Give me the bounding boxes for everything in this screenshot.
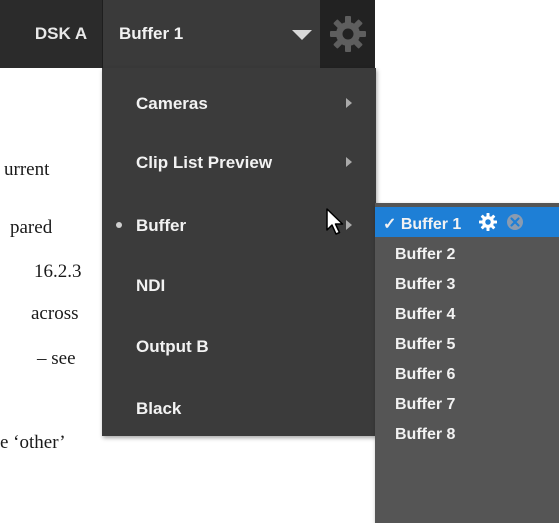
buffer-submenu: ✓ Buffer 1 Buffer 2 Buffer 3 Buffer 4 Bu… [375, 203, 559, 523]
gear-icon [329, 16, 366, 52]
source-dropdown[interactable]: Buffer 1 [102, 0, 321, 68]
submenu-item-buffer-8[interactable]: Buffer 8 [375, 419, 559, 449]
source-dropdown-value: Buffer 1 [119, 24, 184, 43]
submenu-item-label: Buffer 8 [395, 426, 456, 443]
submenu-item-label: Buffer 3 [395, 276, 456, 293]
submenu-arrow-icon [346, 98, 352, 108]
submenu-item-label: Buffer 6 [395, 366, 456, 383]
submenu-item-label: ✓ Buffer 1 [383, 216, 462, 233]
dropdown-caret-icon [292, 30, 312, 40]
menu-item-label: Cameras [136, 94, 208, 113]
submenu-item-buffer-7[interactable]: Buffer 7 [375, 389, 559, 419]
submenu-item-buffer-3[interactable]: Buffer 3 [375, 269, 559, 299]
submenu-item-label: Buffer 2 [395, 246, 456, 263]
submenu-item-buffer-6[interactable]: Buffer 6 [375, 359, 559, 389]
menu-item-cameras[interactable]: Cameras [102, 83, 376, 123]
dsk-label: DSK A [34, 24, 88, 43]
dsk-toolbar: DSK A Buffer 1 [0, 0, 375, 68]
submenu-item-buffer-4[interactable]: Buffer 4 [375, 299, 559, 329]
mouse-cursor-icon [326, 208, 344, 235]
source-menu: Cameras Clip List Preview Buffer NDI Out… [102, 68, 376, 436]
background-text-line: 16.2.3 [34, 261, 82, 282]
background-text-line: urrent [4, 159, 50, 180]
background-text-line: e ‘other’ [0, 432, 66, 453]
submenu-item-label: Buffer 5 [395, 336, 456, 353]
menu-item-ndi[interactable]: NDI [102, 265, 376, 305]
menu-item-black[interactable]: Black [102, 388, 376, 428]
menu-item-label: NDI [136, 276, 166, 295]
background-text-line: across [31, 303, 79, 324]
settings-button[interactable] [320, 0, 375, 68]
submenu-item-buffer-2[interactable]: Buffer 2 [375, 239, 559, 269]
close-icon[interactable] [506, 213, 524, 231]
menu-item-label: Buffer [136, 216, 187, 235]
submenu-arrow-icon [346, 220, 352, 230]
dsk-a-button[interactable]: DSK A [20, 0, 102, 68]
submenu-item-label: Buffer 7 [395, 396, 456, 413]
menu-item-clip-list-preview[interactable]: Clip List Preview [102, 142, 376, 182]
menu-item-label: Clip List Preview [136, 153, 273, 172]
menu-item-label: Black [136, 399, 182, 418]
menu-item-output-b[interactable]: Output B [102, 326, 376, 366]
submenu-arrow-icon [346, 157, 352, 167]
menu-item-label: Output B [136, 337, 209, 356]
submenu-item-buffer-1[interactable]: ✓ Buffer 1 [375, 207, 559, 237]
background-text-line: pared [10, 217, 53, 238]
background-text-line: – see [37, 348, 76, 369]
submenu-item-buffer-5[interactable]: Buffer 5 [375, 329, 559, 359]
current-source-dot-icon [116, 222, 122, 228]
submenu-item-label: Buffer 4 [395, 306, 456, 323]
gear-icon[interactable] [478, 212, 498, 232]
